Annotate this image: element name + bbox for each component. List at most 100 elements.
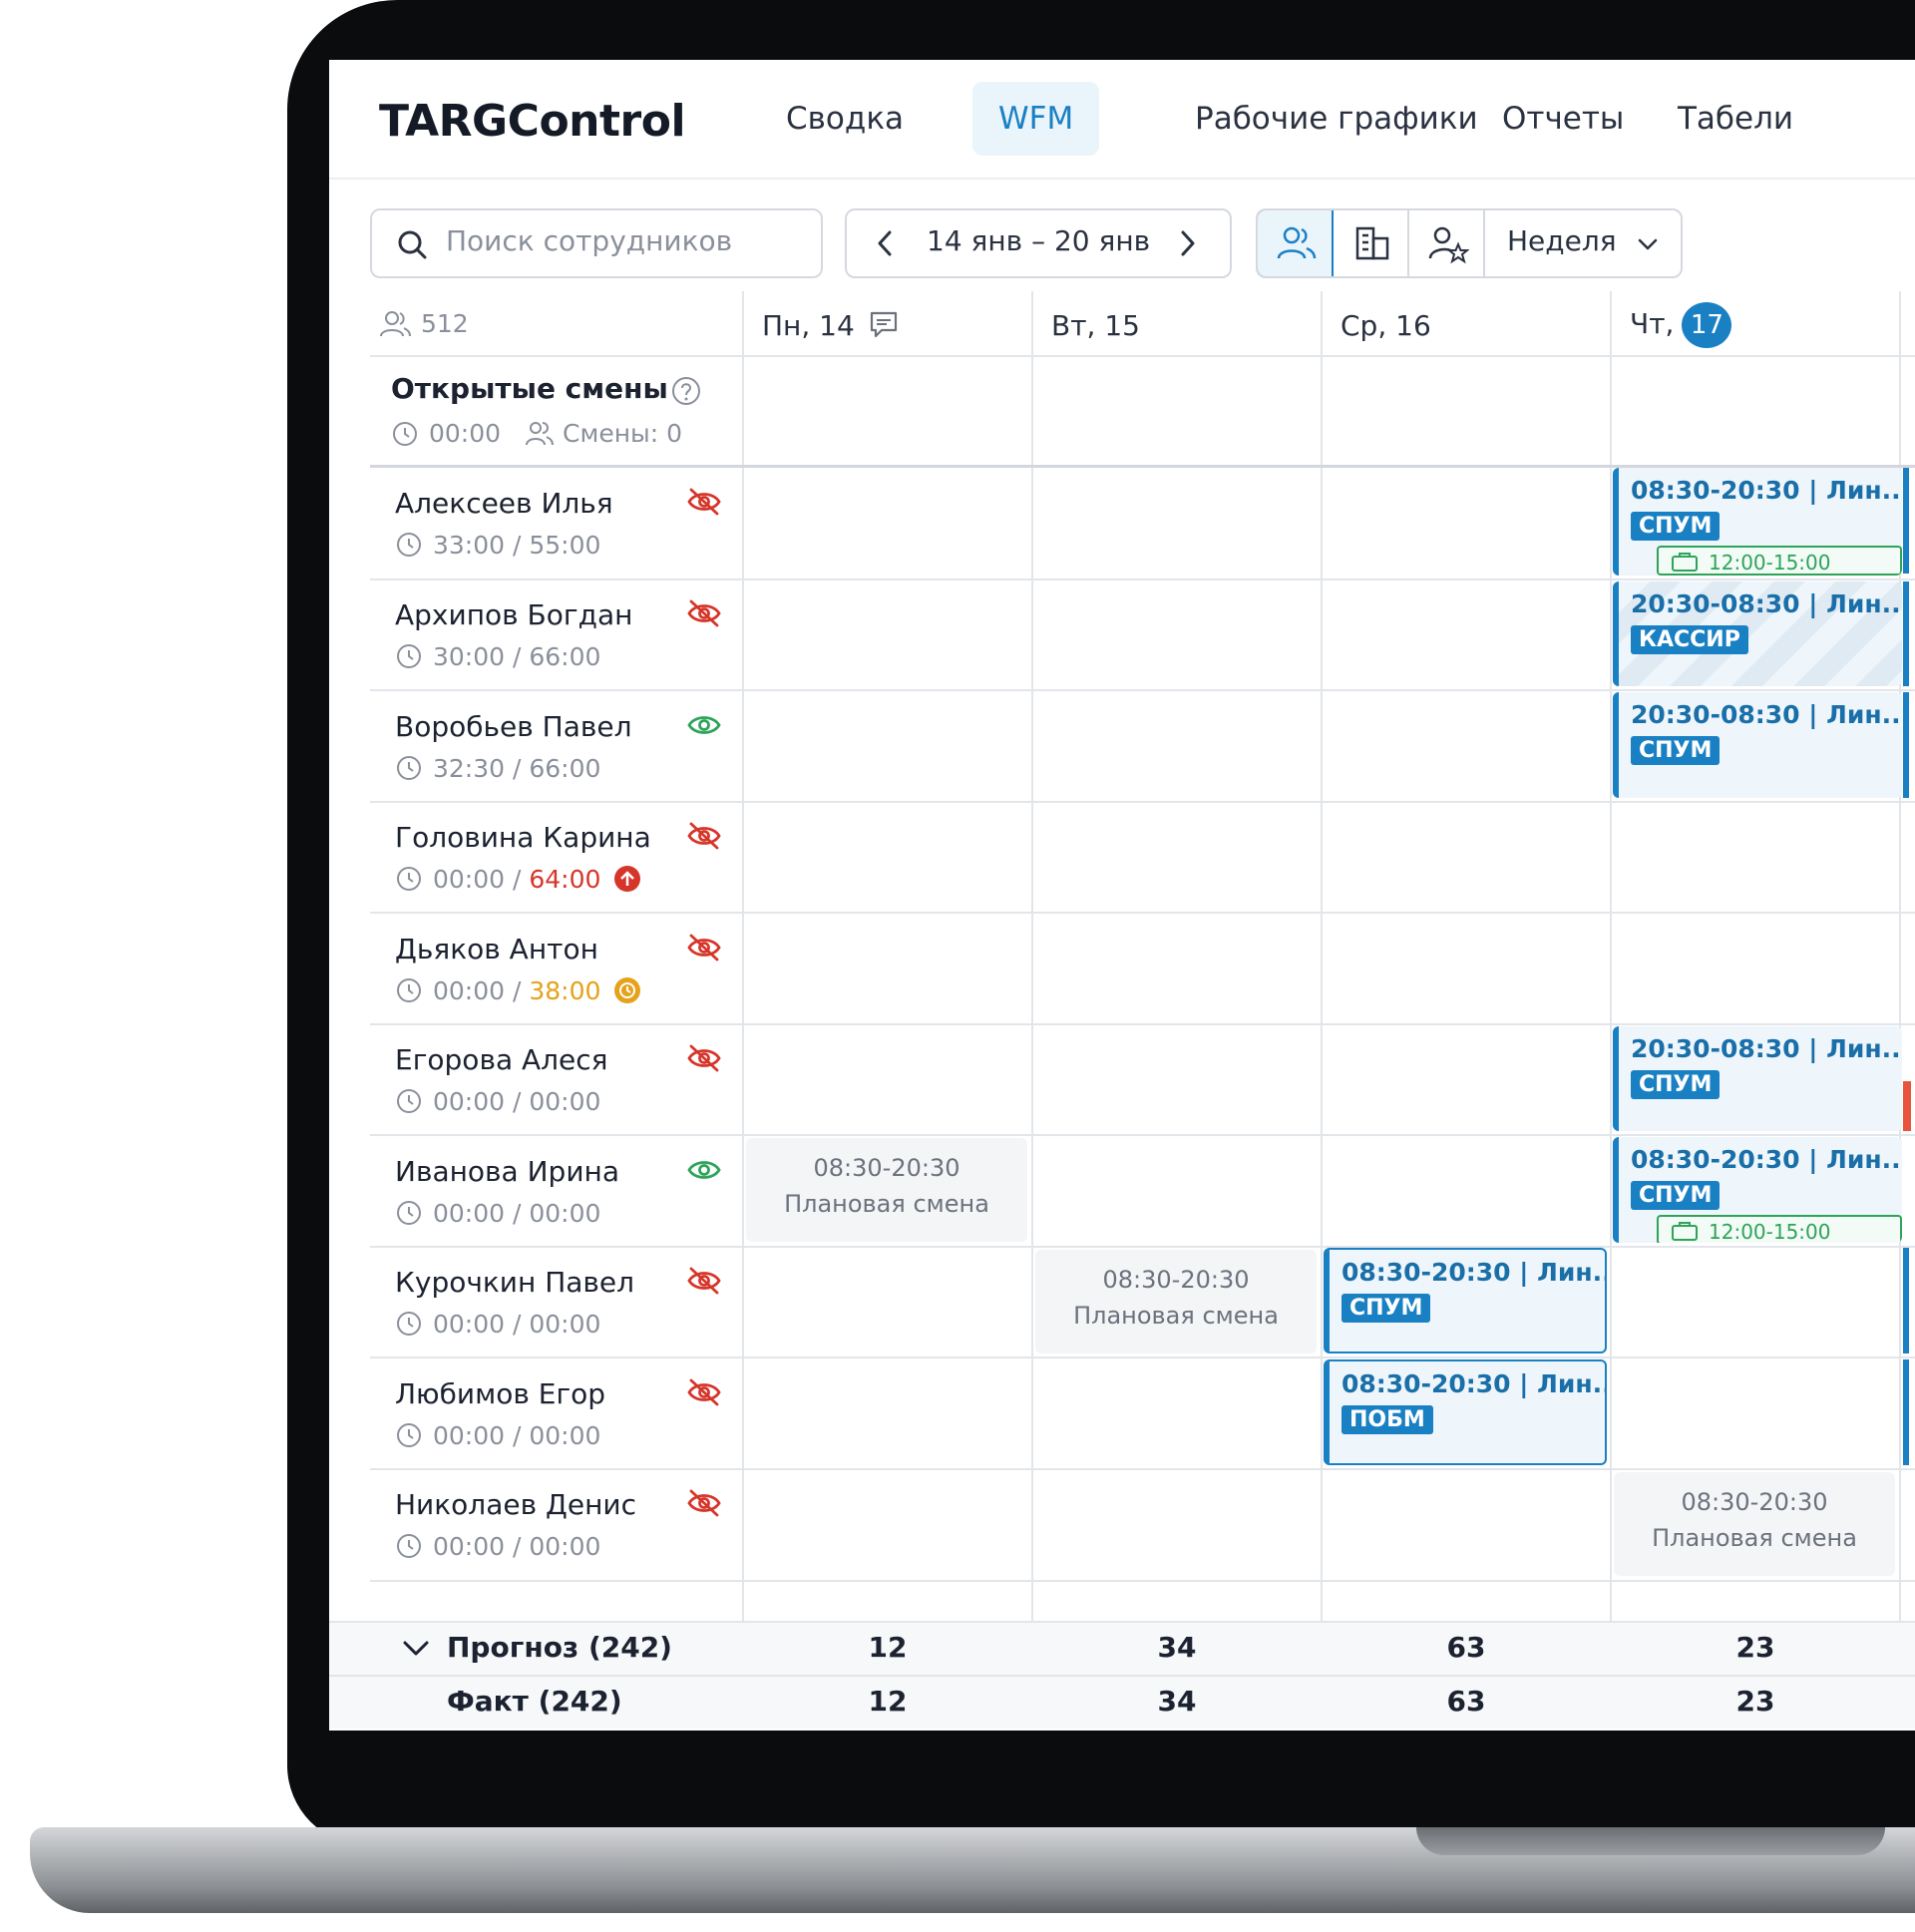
employee-name[interactable]: Воробьев Павел	[395, 710, 631, 743]
help-icon[interactable]	[670, 375, 702, 407]
employee-hours: 32:30 / 66:00	[433, 754, 601, 783]
forecast-label: Прогноз (242)	[447, 1631, 672, 1664]
fact-value: 12	[868, 1685, 908, 1718]
shift-role-badge: СПУМ	[1631, 1070, 1721, 1099]
day-header-wed: Ср, 16	[1340, 309, 1431, 342]
clock-icon	[397, 533, 421, 557]
clock-icon	[397, 1423, 421, 1447]
clock-icon	[393, 422, 417, 446]
app-logo: TARGControl	[379, 96, 686, 147]
nav-reports[interactable]: Отчеты	[1476, 82, 1650, 156]
planned-shift[interactable]: 08:30-20:30 Плановая смена	[1614, 1472, 1895, 1576]
employee-hours: 00:00 / 64:00	[433, 865, 601, 894]
clock-icon	[397, 1201, 421, 1225]
nav-timesheets[interactable]: Табели	[1652, 82, 1819, 156]
eye-off-icon[interactable]	[686, 487, 722, 517]
comment-icon[interactable]	[868, 309, 900, 339]
fact-value: 34	[1157, 1685, 1197, 1718]
users-icon	[526, 422, 554, 446]
employee-hours: 33:00 / 55:00	[433, 531, 601, 560]
clock-icon	[397, 1534, 421, 1558]
view-favorites-button[interactable]	[1409, 210, 1485, 276]
forecast-value: 12	[868, 1631, 908, 1664]
period-select[interactable]: Неделя	[1485, 210, 1681, 276]
employees-count-icon	[380, 311, 411, 337]
eye-off-icon[interactable]	[686, 1488, 722, 1518]
today-badge: 17	[1682, 302, 1732, 348]
shift-role-badge: СПУМ	[1631, 736, 1721, 765]
eye-off-icon[interactable]	[686, 821, 722, 851]
forecast-row: Прогноз (242) 12 34 63 23	[329, 1621, 1915, 1675]
eye-icon[interactable]	[686, 710, 722, 740]
employee-name[interactable]: Головина Карина	[395, 821, 651, 854]
shift-card[interactable]: 20:30-08:30 | Лин... КАССИР	[1613, 581, 1902, 686]
employee-name[interactable]: Дьяков Антон	[395, 933, 598, 966]
employee-hours: 00:00 / 00:00	[433, 1087, 601, 1116]
shift-card[interactable]: 08:30-20:30 | Лин... СПУМ	[1324, 1248, 1607, 1353]
users-icon	[1277, 226, 1317, 259]
shift-role-badge: КАССИР	[1631, 625, 1748, 654]
shift-card[interactable]: 08:30-20:30 | Лин... СПУМ 12:00-15:00	[1613, 468, 1902, 576]
forecast-value: 63	[1446, 1631, 1486, 1664]
eye-off-icon[interactable]	[686, 1043, 722, 1073]
eye-off-icon[interactable]	[686, 598, 722, 628]
view-employees-button[interactable]	[1258, 210, 1334, 276]
shift-time: 20:30-08:30 | Лин...	[1631, 700, 1902, 729]
clock-icon	[397, 1312, 421, 1336]
search-icon	[398, 230, 427, 259]
period-select-label: Неделя	[1507, 224, 1617, 257]
employee-hours: 00:00 / 00:00	[433, 1199, 601, 1228]
employee-hours: 00:00 / 38:00	[433, 976, 601, 1005]
shift-role-badge: СПУМ	[1341, 1294, 1431, 1323]
shift-card[interactable]: 08:30-20:30 | Лин... ПОБМ	[1324, 1359, 1607, 1465]
eye-off-icon[interactable]	[686, 1377, 722, 1407]
forecast-value: 34	[1157, 1631, 1197, 1664]
nav-wfm[interactable]: WFM	[972, 82, 1100, 156]
shift-card[interactable]: 20:30-08:30 | Лин... СПУМ	[1613, 692, 1902, 798]
user-star-icon	[1428, 226, 1469, 264]
employee-name[interactable]: Курочкин Павел	[395, 1266, 634, 1299]
open-shifts-title: Открытые смены	[391, 372, 668, 405]
chevron-left-icon[interactable]	[873, 228, 897, 258]
day-header-thu: Чт, 17	[1630, 302, 1732, 348]
eye-icon[interactable]	[686, 1155, 722, 1185]
app-screen: TARGControl Сводка WFM Рабочие графики О…	[329, 60, 1915, 1731]
briefcase-icon	[1672, 553, 1698, 572]
planned-shift[interactable]: 08:30-20:30 Плановая смена	[1035, 1250, 1317, 1353]
view-mode-group: Неделя	[1256, 208, 1683, 278]
top-navigation: TARGControl Сводка WFM Рабочие графики О…	[329, 60, 1915, 180]
shift-time: 20:30-08:30 | Лин...	[1631, 1034, 1902, 1063]
employee-hours: 00:00 / 00:00	[433, 1310, 601, 1339]
employee-name[interactable]: Алексеев Илья	[395, 487, 613, 520]
planned-shift[interactable]: 08:30-20:30 Плановая смена	[746, 1138, 1027, 1242]
shift-card[interactable]: 20:30-08:30 | Лин... СПУМ	[1613, 1026, 1902, 1131]
day-header-tue: Вт, 15	[1051, 309, 1140, 342]
shift-role-badge: СПУМ	[1631, 1181, 1721, 1210]
chevron-down-icon[interactable]	[401, 1637, 431, 1661]
employee-name[interactable]: Николаев Денис	[395, 1488, 636, 1521]
fact-value: 23	[1735, 1685, 1775, 1718]
employee-name[interactable]: Иванова Ирина	[395, 1155, 619, 1188]
open-shifts-count: Смены: 0	[563, 419, 683, 448]
clock-icon	[397, 867, 421, 891]
shift-time: 08:30-20:30 | Лин...	[1631, 476, 1902, 505]
view-departments-button[interactable]	[1334, 210, 1409, 276]
search-input[interactable]: Поиск сотрудников	[370, 208, 823, 278]
nav-summary[interactable]: Сводка	[760, 82, 930, 156]
employee-hours: 30:00 / 66:00	[433, 642, 601, 671]
employee-name[interactable]: Архипов Богдан	[395, 598, 632, 631]
nav-work-schedules[interactable]: Рабочие графики	[1169, 82, 1504, 156]
chevron-right-icon[interactable]	[1176, 228, 1200, 258]
employee-name[interactable]: Любимов Егор	[395, 1377, 605, 1410]
eye-off-icon[interactable]	[686, 933, 722, 963]
shift-time: 20:30-08:30 | Лин...	[1631, 589, 1902, 618]
clock-icon	[397, 978, 421, 1002]
next-column-shift-edge	[1903, 1248, 1909, 1353]
chevron-down-icon	[1638, 238, 1658, 250]
shift-role-badge: ПОБМ	[1341, 1405, 1433, 1434]
employee-name[interactable]: Егорова Алеся	[395, 1043, 608, 1076]
employee-hours: 00:00 / 00:00	[433, 1421, 601, 1450]
laptop-notch	[1416, 1827, 1885, 1855]
shift-card[interactable]: 08:30-20:30 | Лин... СПУМ 12:00-15:00	[1613, 1137, 1902, 1243]
eye-off-icon[interactable]	[686, 1266, 722, 1296]
